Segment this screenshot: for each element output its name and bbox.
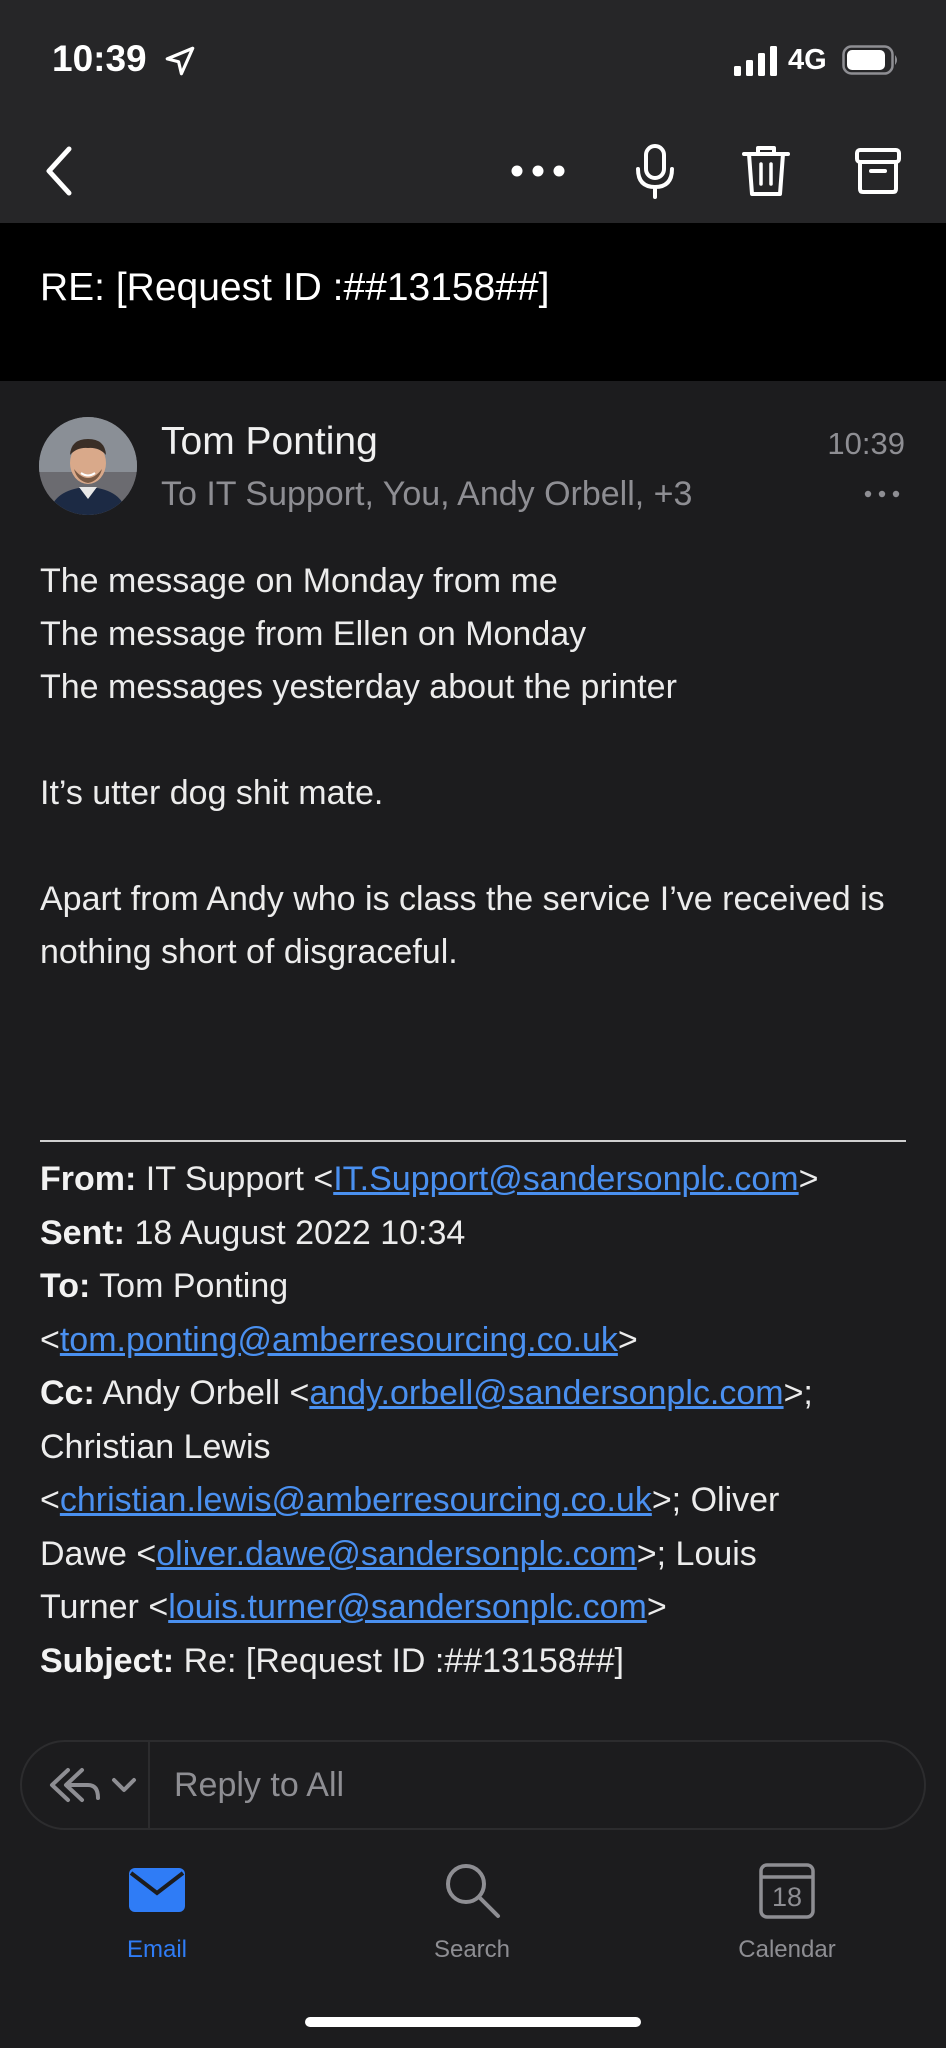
- quoted-to-email-line: <tom.ponting@amberresourcing.co.uk>: [40, 1314, 915, 1368]
- status-time: 10:39: [52, 38, 147, 79]
- subject-header: RE: [Request ID :##13158##]: [0, 223, 946, 381]
- cc-label: Cc:: [40, 1374, 95, 1412]
- status-bar: 10:39 4G: [0, 0, 946, 118]
- cc-name: Turner <: [40, 1588, 169, 1626]
- cc-email-link[interactable]: louis.turner@sandersonplc.com: [168, 1588, 647, 1626]
- from-email-link[interactable]: IT.Support@sandersonplc.com: [333, 1160, 798, 1198]
- cc-email-link[interactable]: christian.lewis@amberresourcing.co.uk: [60, 1481, 652, 1519]
- quoted-header: From: IT Support <IT.Support@sandersonpl…: [40, 1153, 915, 1688]
- to-email-link[interactable]: tom.ponting@amberresourcing.co.uk: [60, 1321, 618, 1359]
- tab-search[interactable]: Search: [372, 1860, 572, 1964]
- cc-name: Andy Orbell <: [94, 1374, 310, 1412]
- quoted-cc-line: <christian.lewis@amberresourcing.co.uk>;…: [40, 1474, 915, 1528]
- quoted-cc-line: Dawe <oliver.dawe@sandersonplc.com>; Lou…: [40, 1528, 915, 1582]
- more-options-button[interactable]: [503, 136, 573, 206]
- quoted-to-line: To: Tom Ponting: [40, 1260, 915, 1314]
- archive-icon: [855, 148, 901, 194]
- cc-separator: >; Oliver: [651, 1481, 780, 1519]
- reply-input[interactable]: Reply to All: [174, 1766, 344, 1805]
- angle-close: >: [798, 1160, 819, 1198]
- cellular-signal-icon: [734, 46, 777, 76]
- from-name: IT Support <: [136, 1160, 334, 1198]
- envelope-icon: [129, 1868, 185, 1912]
- dictate-button[interactable]: [620, 136, 690, 206]
- angle-open: <: [40, 1320, 60, 1359]
- angle-close: >: [617, 1320, 638, 1359]
- cc-name: Christian Lewis: [40, 1427, 271, 1466]
- body-line: The message from Ellen on Monday: [40, 615, 587, 653]
- cc-separator: >; Louis: [636, 1534, 757, 1573]
- message-toolbar: [0, 118, 946, 223]
- cc-email-link[interactable]: andy.orbell@sandersonplc.com: [309, 1374, 783, 1412]
- ellipsis-icon: [511, 165, 565, 177]
- quoted-cc-line: Christian Lewis: [40, 1421, 915, 1475]
- tab-search-label: Search: [433, 1936, 511, 1963]
- sender-name[interactable]: Tom Ponting: [161, 420, 378, 464]
- message-more-icon[interactable]: [862, 484, 902, 504]
- person-avatar-icon: [39, 417, 137, 515]
- tab-calendar[interactable]: 18 Calendar: [687, 1860, 887, 1964]
- cc-email-link[interactable]: oliver.dawe@sandersonplc.com: [156, 1535, 637, 1573]
- home-indicator[interactable]: [305, 2017, 641, 2027]
- to-name: Tom Ponting: [90, 1267, 289, 1305]
- sent-value: 18 August 2022 10:34: [125, 1213, 466, 1252]
- tab-calendar-label: Calendar: [738, 1936, 836, 1963]
- quoted-sent-line: Sent: 18 August 2022 10:34: [40, 1207, 915, 1261]
- reply-all-icon[interactable]: [42, 1760, 142, 1810]
- quote-divider: [40, 1140, 906, 1142]
- cc-separator: >;: [783, 1374, 813, 1412]
- angle-open: <: [40, 1481, 60, 1519]
- reply-divider: [148, 1742, 150, 1828]
- recipients-summary[interactable]: To IT Support, You, Andy Orbell, +3: [161, 475, 692, 514]
- microphone-icon: [636, 144, 674, 199]
- body-line: Apart from Andy who is class the service…: [40, 880, 885, 971]
- avatar[interactable]: [39, 417, 137, 515]
- quoted-subject-line: Subject: Re: [Request ID :##13158##]: [40, 1635, 915, 1689]
- delete-button[interactable]: [731, 136, 801, 206]
- body-line: It’s utter dog shit mate.: [40, 774, 384, 812]
- location-arrow-icon: [165, 46, 195, 76]
- reply-bar[interactable]: Reply to All: [20, 1740, 926, 1830]
- tab-email-label: Email: [126, 1936, 187, 1963]
- chevron-left-icon: [46, 146, 72, 196]
- network-type: 4G: [788, 44, 827, 76]
- calendar-day: 18: [771, 1882, 803, 1912]
- message-time: 10:39: [827, 426, 905, 461]
- body-line: [40, 714, 910, 767]
- back-button[interactable]: [24, 136, 94, 206]
- email-subject: RE: [Request ID :##13158##]: [40, 266, 550, 309]
- body-line: [40, 820, 910, 873]
- battery-icon: [842, 45, 897, 75]
- quoted-from-line: From: IT Support <IT.Support@sandersonpl…: [40, 1153, 915, 1207]
- trash-icon: [742, 146, 790, 196]
- to-label: To:: [40, 1267, 91, 1305]
- subject-label: Subject:: [40, 1641, 175, 1680]
- sent-label: Sent:: [40, 1213, 125, 1252]
- quoted-cc-line: Turner <louis.turner@sandersonplc.com>: [40, 1581, 915, 1635]
- cc-name: Dawe <: [40, 1534, 157, 1573]
- message-body: The message on Monday from me The messag…: [40, 555, 910, 979]
- from-label: From:: [40, 1160, 137, 1198]
- angle-close: >: [646, 1588, 667, 1626]
- search-icon: [446, 1864, 500, 1918]
- body-line: The messages yesterday about the printer: [40, 668, 677, 706]
- quoted-cc-line: Cc: Andy Orbell <andy.orbell@sandersonpl…: [40, 1367, 915, 1421]
- body-line: The message on Monday from me: [40, 562, 558, 600]
- archive-button[interactable]: [843, 136, 913, 206]
- subject-value: Re: [Request ID :##13158##]: [174, 1641, 624, 1680]
- tab-email[interactable]: Email: [57, 1860, 257, 1964]
